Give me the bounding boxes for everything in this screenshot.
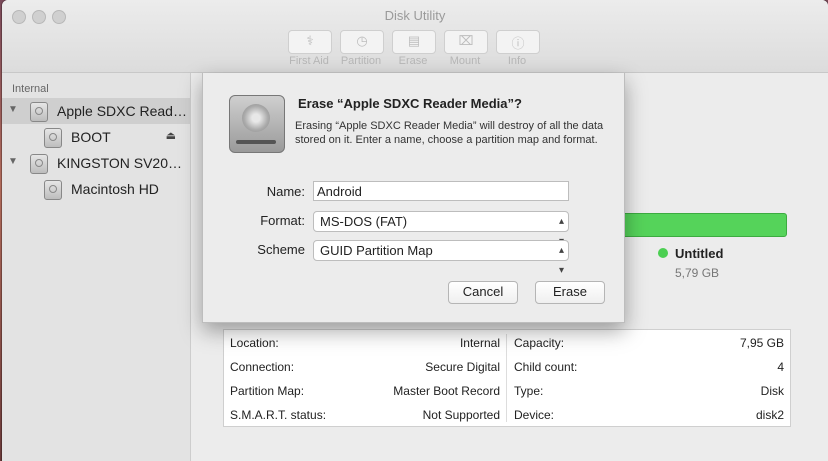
erase-button[interactable]: ▤: [392, 30, 436, 54]
volume-icon: [44, 180, 62, 200]
info-icon: ⓘ: [511, 36, 525, 51]
first-aid-label: First Aid: [289, 55, 329, 67]
partition-button[interactable]: ◷: [340, 30, 384, 54]
info-row: Capacity: 7,95 GB: [508, 330, 790, 354]
info-row: Type: Disk: [508, 378, 790, 402]
chevron-updown-icon: ▴▾: [558, 245, 564, 276]
partition-name: Untitled: [675, 246, 724, 261]
erase-dialog: Erase “Apple SDXC Reader Media”? Erasing…: [202, 73, 625, 323]
info-row: Device: disk2: [508, 402, 790, 426]
disk-icon: [30, 154, 48, 174]
info-label: Info: [507, 55, 527, 67]
format-label: Format:: [260, 213, 305, 228]
eject-icon[interactable]: ⏏: [166, 129, 176, 142]
info-row: Partition Map: Master Boot Record: [224, 378, 506, 402]
partition-label: Partition: [340, 55, 382, 67]
partition-map-bar[interactable]: [621, 213, 787, 237]
info-key: Child count:: [514, 360, 578, 374]
format-select[interactable]: MS-DOS (FAT) ▴▾: [313, 211, 569, 247]
disclosure-triangle-icon[interactable]: ▼: [8, 156, 18, 167]
sidebar-item-apple-sdxc[interactable]: ▼ Apple SDXC Read…: [2, 98, 190, 124]
scheme-select[interactable]: GUID Partition Map ▴ ▾: [313, 240, 569, 276]
info-value: 7,95 GB: [739, 336, 784, 350]
info-key: Partition Map:: [230, 384, 305, 398]
titlebar: Disk Utility ⚕ First Aid ◷ Partition ▤ E…: [2, 0, 828, 73]
info-row: Child count: 4: [508, 354, 790, 378]
volume-icon: [44, 128, 62, 148]
mount-button[interactable]: ⌧: [444, 30, 488, 54]
sidebar-item-label: BOOT: [71, 129, 111, 145]
info-row: Connection: Secure Digital: [224, 354, 506, 378]
info-key: S.M.A.R.T. status:: [230, 408, 327, 422]
sidebar: Internal ▼ Apple SDXC Read… BOOT ⏏ ▼ KIN…: [2, 73, 191, 461]
info-key: Device:: [514, 408, 555, 422]
info-value: Not Supported: [422, 408, 500, 422]
dialog-title: Erase “Apple SDXC Reader Media”?: [298, 96, 522, 111]
info-value: disk2: [755, 408, 784, 422]
partition-icon: ◷: [356, 33, 368, 48]
disk-icon: [30, 102, 48, 122]
info-divider: [506, 334, 507, 422]
hard-disk-icon: [229, 95, 285, 153]
sidebar-item-label: Apple SDXC Read…: [57, 103, 187, 119]
mount-icon: ⌧: [458, 33, 474, 48]
info-row: S.M.A.R.T. status: Not Supported: [224, 402, 506, 426]
info-value: Disk: [760, 384, 784, 398]
info-row: Location: Internal: [224, 330, 506, 354]
partition-color-dot: [658, 248, 668, 258]
info-value: Secure Digital: [425, 360, 500, 374]
sidebar-item-kingston[interactable]: ▼ KINGSTON SV20…: [2, 150, 190, 176]
disclosure-triangle-icon[interactable]: ▼: [8, 104, 18, 115]
sidebar-item-label: KINGSTON SV20…: [57, 155, 183, 171]
erase-confirm-button[interactable]: Erase: [535, 281, 605, 304]
sidebar-section-internal: Internal: [12, 83, 49, 95]
window-title: Disk Utility: [384, 8, 446, 23]
erase-icon: ▤: [407, 33, 421, 48]
info-table: Location: Internal Connection: Secure Di…: [223, 329, 791, 427]
info-key: Connection:: [230, 360, 295, 374]
info-button[interactable]: ⓘ: [496, 30, 540, 54]
erase-label: Erase: [398, 55, 428, 67]
mount-label: Mount: [449, 55, 481, 67]
cancel-button[interactable]: Cancel: [448, 281, 518, 304]
info-value: Master Boot Record: [393, 384, 500, 398]
dialog-message: Erasing “Apple SDXC Reader Media” will d…: [295, 120, 604, 146]
stethoscope-icon: ⚕: [306, 33, 314, 48]
sidebar-item-boot[interactable]: BOOT ⏏: [2, 124, 190, 150]
name-field[interactable]: Android: [313, 181, 569, 201]
info-key: Location:: [230, 336, 279, 350]
info-key: Capacity:: [514, 336, 565, 350]
scheme-label: Scheme: [257, 242, 305, 257]
info-value: 4: [777, 360, 784, 374]
name-label: Name:: [266, 184, 305, 199]
scheme-value: GUID Partition Map: [320, 243, 433, 258]
sidebar-item-macintosh-hd[interactable]: Macintosh HD: [2, 176, 190, 202]
first-aid-button[interactable]: ⚕: [288, 30, 332, 54]
info-key: Type:: [514, 384, 544, 398]
info-value: Internal: [459, 336, 500, 350]
sidebar-item-label: Macintosh HD: [71, 181, 159, 197]
format-value: MS-DOS (FAT): [320, 214, 408, 229]
partition-size: 5,79 GB: [675, 266, 720, 280]
